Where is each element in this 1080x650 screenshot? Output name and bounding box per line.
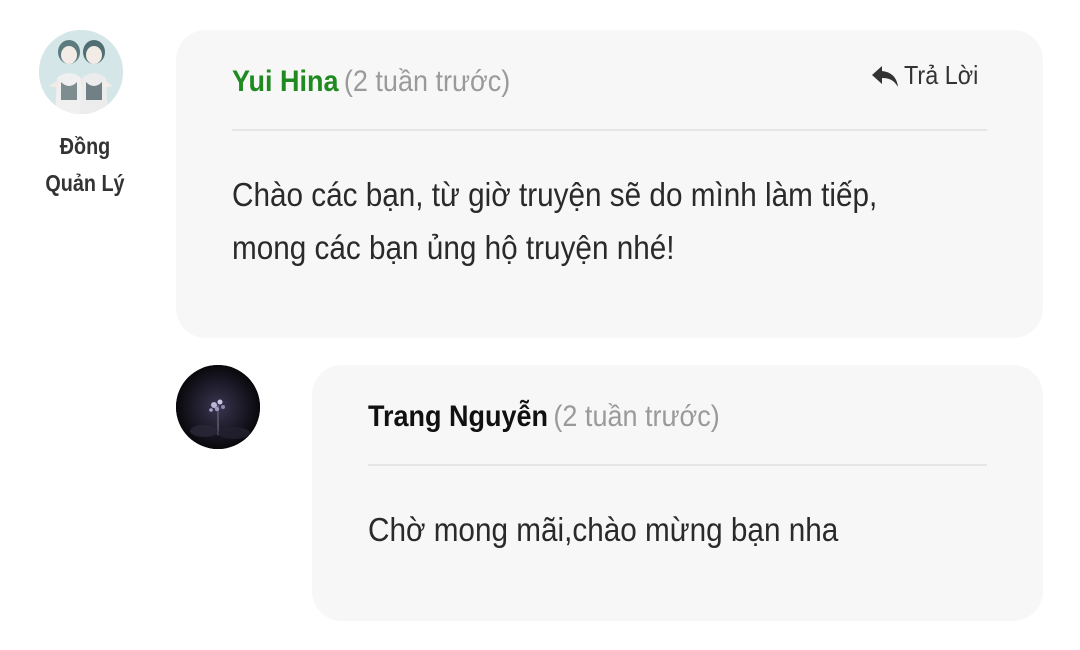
reply-author-line: Trang Nguyễn (2 tuần trước) [368,397,720,437]
reply-avatar[interactable] [176,365,260,449]
role-line-1: Đồng [59,133,111,159]
reply-timestamp: (2 tuần trước) [553,400,720,433]
reply-card: Trang Nguyễn (2 tuần trước) Chờ mong mãi,… [312,365,1043,621]
comment-body-line: mong các bạn ủng hộ truyện nhé! [232,229,675,266]
reply-body: Chờ mong mãi,chào mừng bạn nha [368,511,839,548]
role-line-2: Quản Lý [45,170,125,196]
avatar-image [39,30,123,114]
comment-timestamp: (2 tuần trước) [343,65,511,98]
comment-body-line: Chào các bạn, từ giờ truyện sẽ do mình l… [232,176,878,213]
comment-body: Chào các bạn, từ giờ truyện sẽ do mình l… [232,168,979,274]
reply-button-label: Trả Lời [904,60,979,90]
comment-author-line: Yui Hina (2 tuần trước) [232,62,510,102]
reply-button[interactable]: Trả Lời [870,60,987,91]
reply-arrow-icon [870,63,900,89]
user-role-label: Đồng Quản Lý [38,128,133,202]
reply-header: Trang Nguyễn (2 tuần trước) [368,365,987,465]
comment-header: Yui Hina (2 tuần trước) Trả Lời [232,30,987,130]
comment-card: Yui Hina (2 tuần trước) Trả Lời Chào các … [176,30,1043,338]
reply-author-name[interactable]: Trang Nguyễn [368,400,548,433]
comment-divider [232,129,987,131]
avatar[interactable] [39,30,123,114]
reply-divider [368,464,987,466]
reply-avatar-image [176,365,260,449]
comment-author-name[interactable]: Yui Hina [232,65,339,98]
